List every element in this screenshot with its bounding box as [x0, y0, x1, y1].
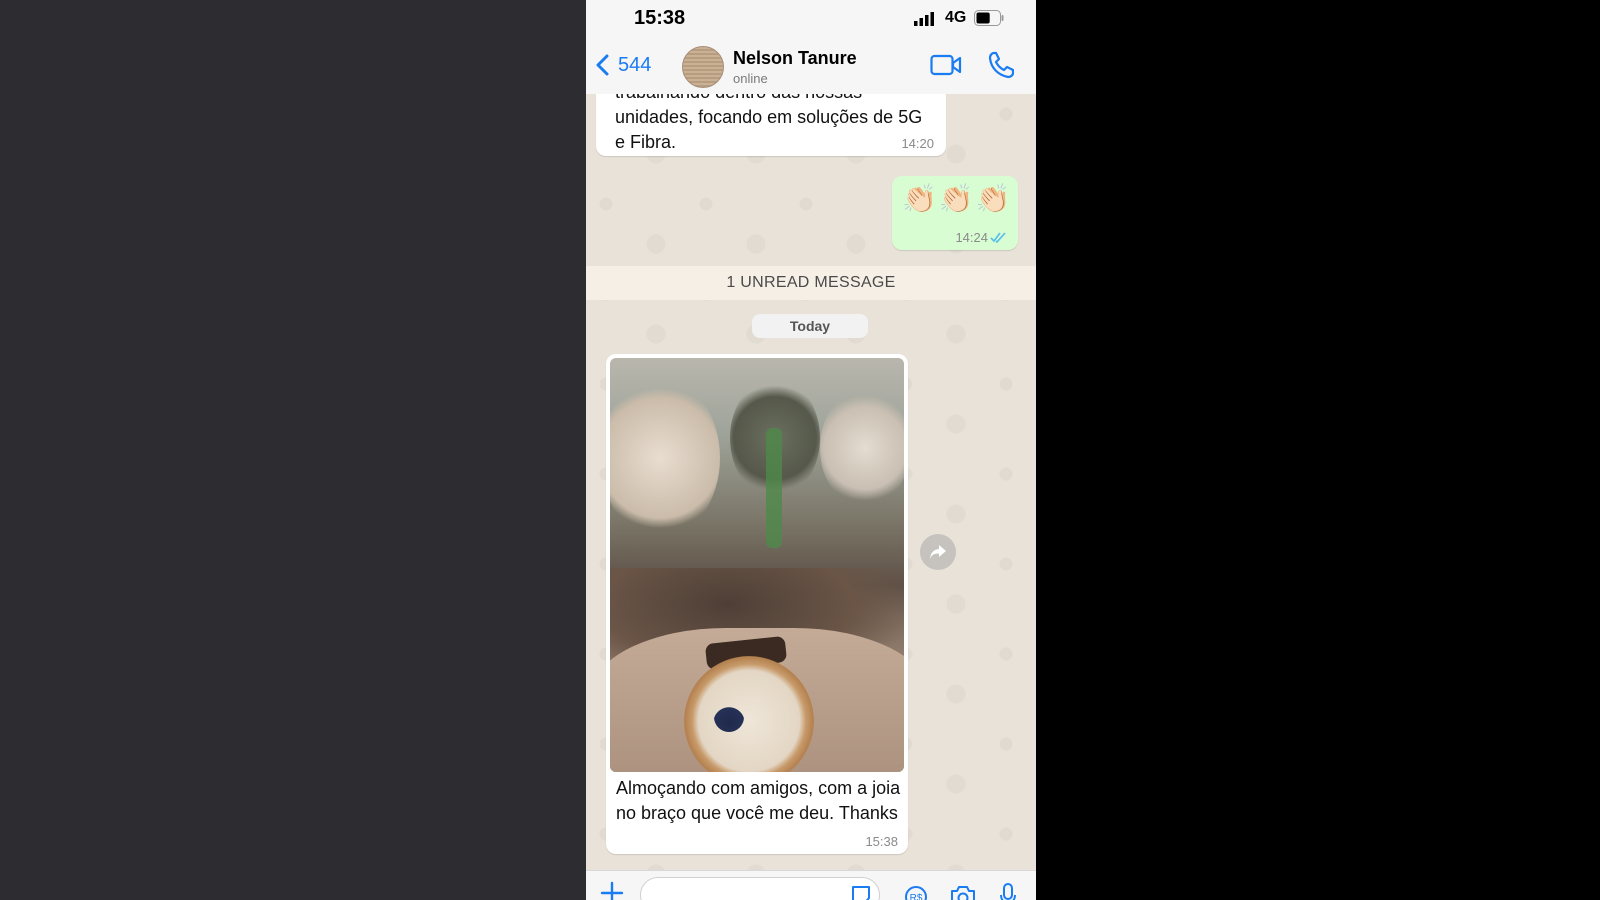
chat-header: 544 Nelson Tanure online [586, 38, 1036, 95]
back-button[interactable]: 544 [594, 50, 651, 80]
contact-status: online [733, 71, 768, 86]
message-time: 15:38 [865, 834, 898, 849]
voice-call-button[interactable] [988, 51, 1014, 79]
contact-name[interactable]: Nelson Tanure [733, 48, 857, 69]
phone-screen: 15:38 4G 544 Nelson Tanure online unidad… [586, 0, 1036, 900]
left-backdrop [0, 0, 586, 900]
message-time: 14:20 [901, 136, 934, 151]
read-ticks-icon [990, 232, 1006, 243]
microphone-icon[interactable] [1000, 883, 1016, 900]
payment-icon[interactable]: R$ [904, 885, 928, 900]
sticker-icon[interactable] [850, 885, 872, 900]
photo-person-right [820, 388, 904, 508]
message-text: trabalhando dentro das nossas unidades, … [615, 94, 923, 152]
video-call-button[interactable] [930, 54, 962, 76]
photo-watch-moonphase [714, 702, 744, 732]
network-type: 4G [945, 9, 967, 26]
photo-bottle [766, 428, 782, 548]
image-message-bubble[interactable]: Almoçando com amigos, com a joia no braç… [606, 354, 908, 854]
message-caption: Almoçando com amigos, com a joia no braç… [616, 778, 901, 823]
chevron-left-icon [596, 54, 609, 76]
forward-arrow-icon [930, 545, 946, 559]
cellular-signal-icon [914, 12, 934, 26]
camera-icon[interactable] [950, 885, 976, 900]
message-photo[interactable] [610, 358, 904, 772]
message-bubble-outgoing[interactable]: 👏🏻👏🏻👏🏻 14:24 [892, 176, 1018, 250]
unread-banner: 1 UNREAD MESSAGE [586, 266, 1036, 300]
battery-icon [974, 10, 1004, 26]
back-count: 544 [618, 53, 652, 76]
avatar[interactable] [682, 46, 724, 88]
svg-text:R$: R$ [910, 893, 923, 900]
right-backdrop [1036, 0, 1600, 900]
status-bar: 15:38 4G [586, 0, 1036, 38]
plus-icon[interactable] [600, 881, 624, 900]
date-separator: Today [752, 314, 868, 338]
forward-button[interactable] [920, 534, 956, 570]
message-input-bar: R$ [586, 870, 1036, 900]
message-bubble-incoming[interactable]: trabalhando dentro das nossas unidades, … [596, 94, 946, 156]
photo-person-left [610, 378, 720, 538]
status-time: 15:38 [634, 7, 686, 29]
message-time: 14:24 [955, 230, 988, 245]
message-input[interactable] [640, 877, 880, 900]
chat-area[interactable]: trabalhando dentro das nossas unidades, … [586, 94, 1036, 870]
message-emoji: 👏🏻👏🏻👏🏻 [902, 183, 1013, 214]
